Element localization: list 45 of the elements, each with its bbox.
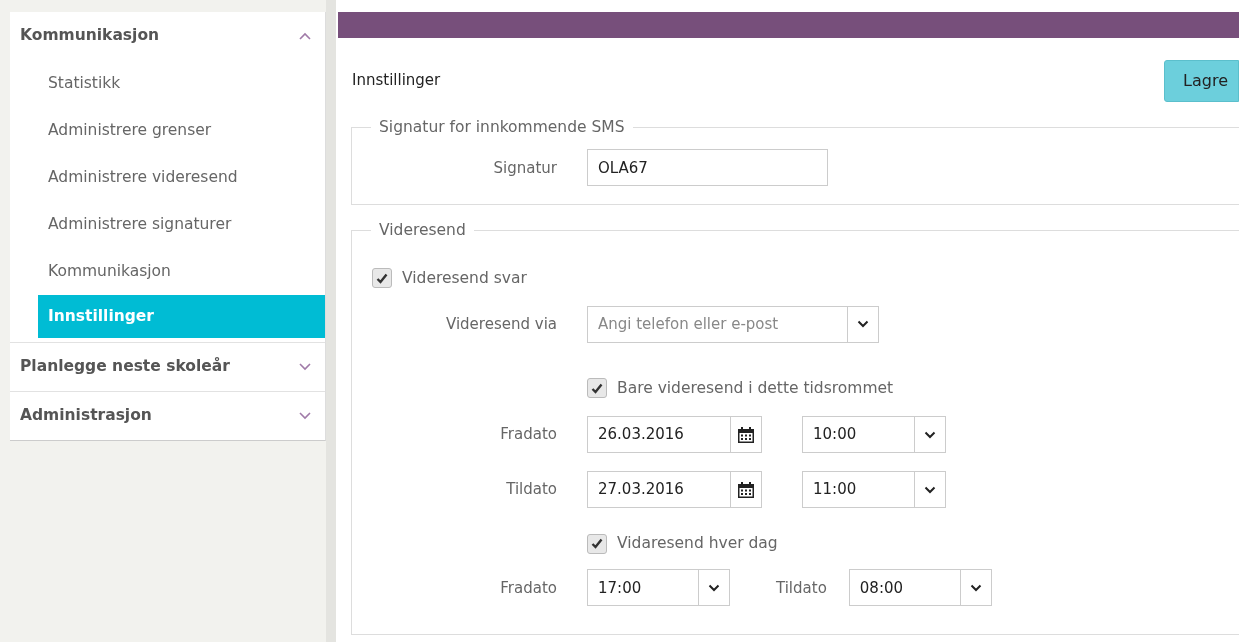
caret-icon [924,485,936,494]
field-label: Signatur [492,157,557,179]
sidebar-item[interactable]: Administrere grenser [38,107,325,154]
fieldset-legend: Videresend [371,219,474,243]
field-label: Tildato [505,479,557,501]
sidebar-group-header[interactable]: Administrasjon [10,392,325,440]
field-label: Fradato [499,424,557,446]
sidebar-item[interactable]: Administrere videresend [38,154,325,201]
check-icon [376,272,388,284]
dropdown[interactable]: 11:00 [802,471,946,508]
checkbox-label: Videresend svar [402,267,527,289]
sidebar-group-header[interactable]: Planlegge neste skoleår [10,343,325,391]
save-button[interactable]: Lagre [1164,59,1239,102]
check-icon [591,382,603,394]
checkbox[interactable] [372,268,392,289]
caret-icon [857,320,869,329]
field-label: Tildato [776,577,827,599]
chevron-down-icon [299,363,311,371]
dropdown[interactable]: 10:00 [802,416,946,453]
chevron-up-icon [299,32,311,40]
dropdown[interactable]: 08:00 [848,569,992,607]
field-label: Videresend via [445,314,557,335]
dropdown[interactable]: 17:00 [587,569,730,607]
sidebar-item[interactable]: Administrere signaturer [38,201,325,248]
page-title: Innstillinger [352,70,441,92]
sidebar-item[interactable]: Statistikk [38,60,325,107]
chevron-down-icon [299,412,311,420]
sidebar-group-header[interactable]: Kommunikasjon [10,12,325,60]
caret-icon [969,583,982,592]
checkbox[interactable] [587,378,607,399]
check-icon [591,538,603,550]
field-label: Fradato [499,577,557,599]
fieldset-legend: Signatur for innkommende SMS [371,116,633,140]
sidebar-item[interactable]: Kommunikasjon [38,248,325,295]
date-field[interactable]: 26.03.2016 [587,416,762,453]
signature-field[interactable]: OLA67 [587,149,828,187]
caret-icon [708,583,720,592]
caret-icon [924,430,936,439]
date-field[interactable]: 27.03.2016 [587,471,762,508]
checkbox[interactable] [587,533,607,554]
calendar-icon [737,480,755,499]
dropdown[interactable]: Angi telefon eller e-post [587,305,879,343]
checkbox-label: Bare videresend i dette tidsrommet [617,377,894,399]
checkbox-label: Vidaresend hver dag [617,533,778,554]
calendar-icon [737,425,755,444]
